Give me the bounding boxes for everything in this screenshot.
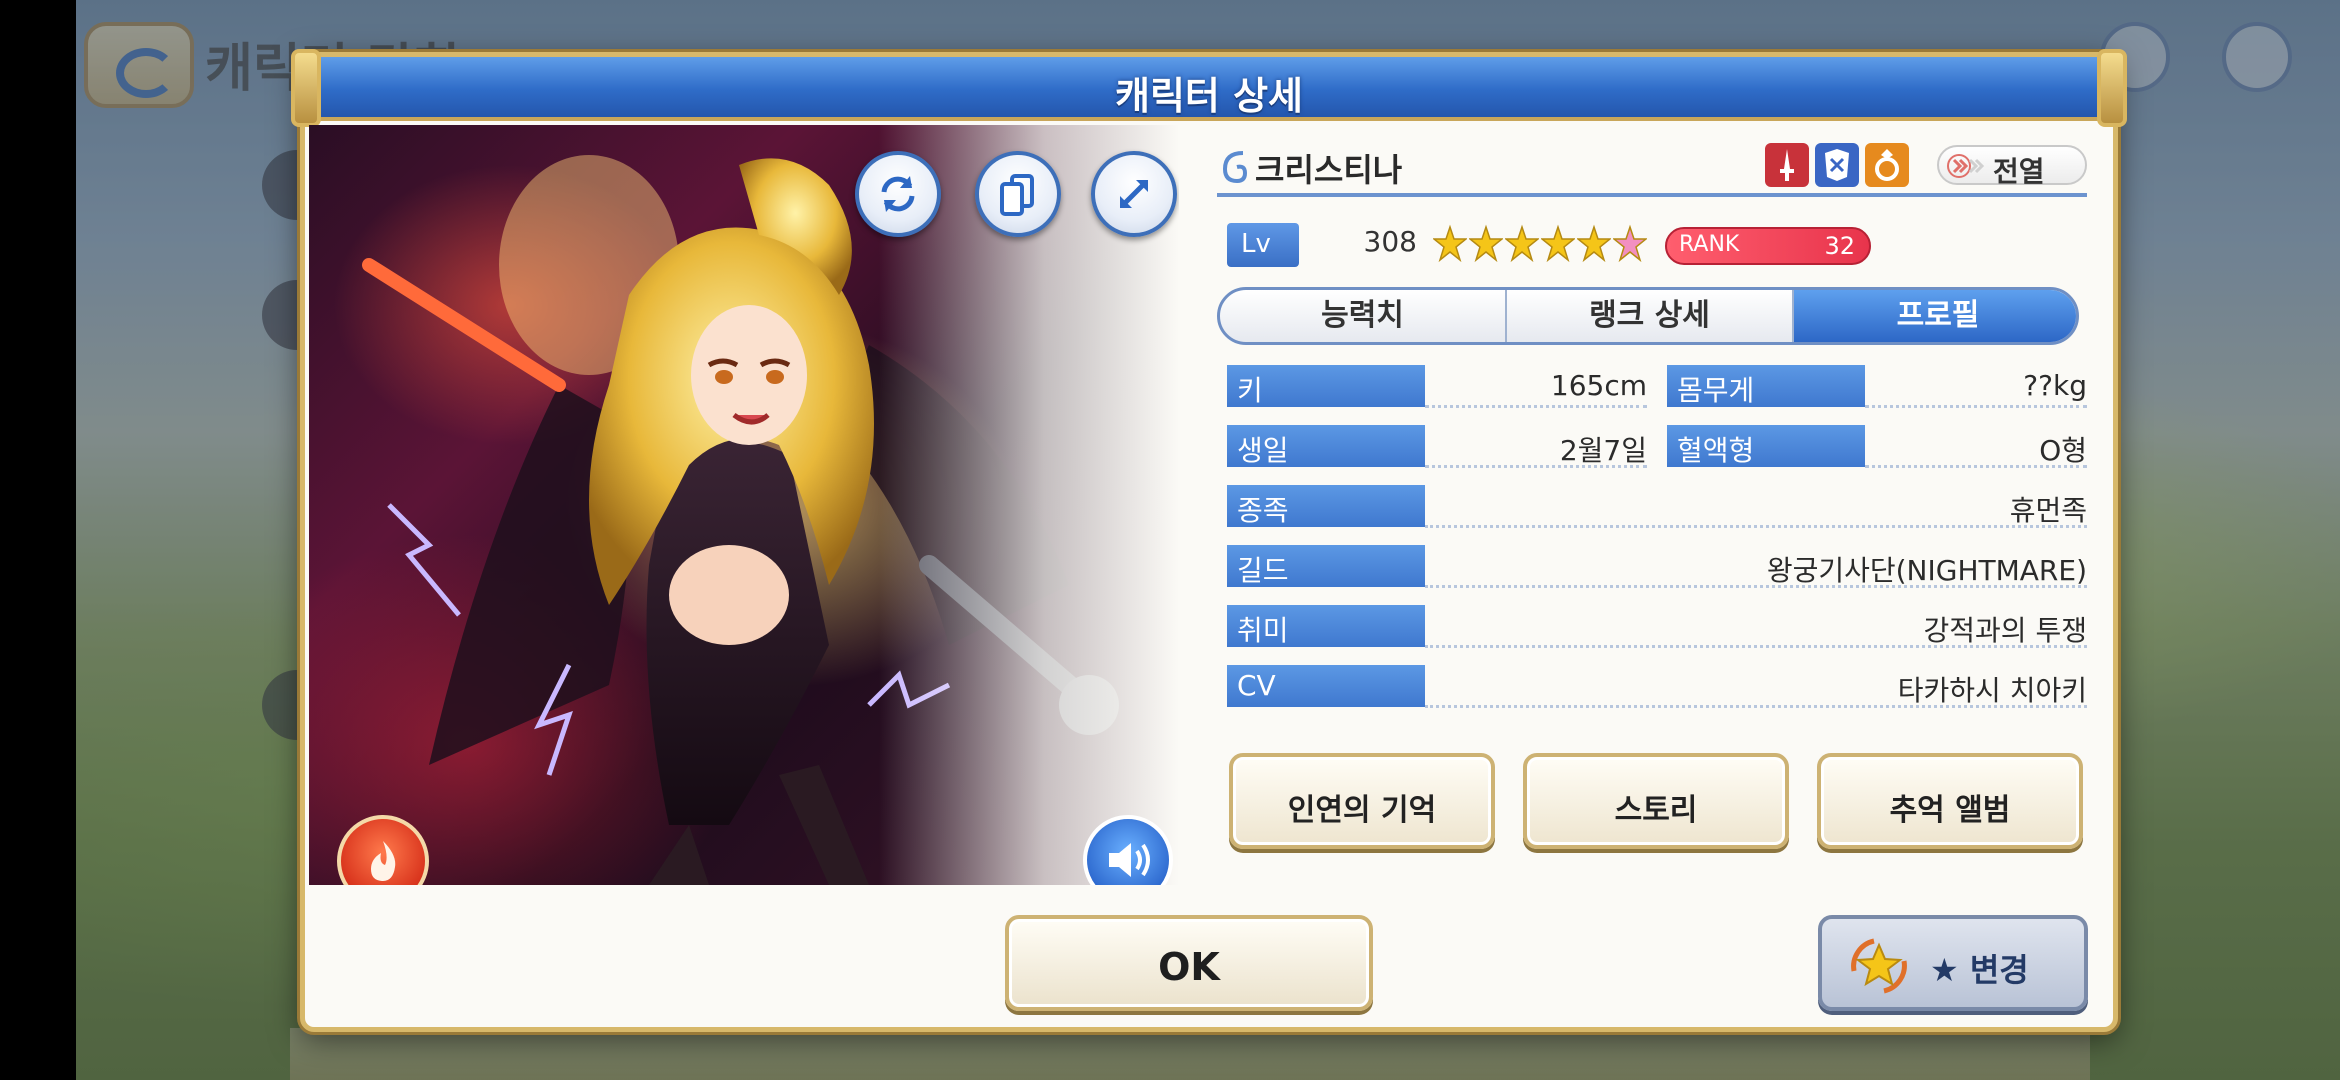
label-box: 키 <box>1227 365 1425 407</box>
ok-button-label: OK <box>1158 945 1220 989</box>
level-badge: Lv <box>1227 223 1299 267</box>
ok-button[interactable]: OK <box>1005 915 1373 1011</box>
level-row: Lv 308 RANK 32 <box>1217 219 2087 271</box>
speaker-icon <box>1109 843 1150 877</box>
profile-row-birthday: 생일 2월7일 <box>1227 425 1647 471</box>
label-box: 취미 <box>1227 605 1425 647</box>
guild-value: 왕궁기사단(NIGHTMARE) <box>1766 554 2087 587</box>
profile-row-blood: 혈액형 O형 <box>1667 425 2087 471</box>
label-box: 길드 <box>1227 545 1425 587</box>
dotted-divider <box>1425 525 2087 528</box>
sword-icon <box>1765 143 1809 187</box>
screen-edge-bar <box>0 0 76 1080</box>
star-filled-icon <box>1467 223 1505 263</box>
birthday-value: 2월7일 <box>1559 434 1647 467</box>
cv-value: 타카하시 치아키 <box>1897 674 2087 707</box>
tab-rank-detail[interactable]: 랭크 상세 <box>1507 290 1794 342</box>
cv-label: CV <box>1237 669 1276 702</box>
tab-profile[interactable]: 프로필 <box>1794 290 2076 342</box>
blood-label: 혈액형 <box>1677 434 1755 467</box>
change-star-button[interactable]: ★ 변경 <box>1818 915 2088 1011</box>
birthday-label: 생일 <box>1237 434 1289 467</box>
star-filled-icon <box>1503 223 1541 263</box>
story-button-label: 스토리 <box>1614 793 1698 828</box>
change-button-label: ★ 변경 <box>1930 951 2029 989</box>
blood-value: O형 <box>2039 434 2087 467</box>
dialog-title: 캐릭터 상세 <box>1114 74 1304 118</box>
refresh-icon <box>881 176 915 212</box>
detail-tabs: 능력치 랭크 상세 프로필 <box>1217 287 2079 345</box>
art-fade-overlay <box>879 125 1179 885</box>
star-filled-icon <box>1575 223 1613 263</box>
header-ornament-right <box>2097 49 2127 127</box>
character-detail-dialog: 캐릭터 상세 크리스티나 전열 Lv 308 RANK 32 능력치 랭크 상세… <box>291 49 2127 1032</box>
profile-row-height: 키 165cm <box>1227 365 1647 411</box>
race-value: 휴먼족 <box>2009 494 2087 527</box>
dotted-divider <box>1425 405 1647 408</box>
hobby-value: 강적과의 투쟁 <box>1923 614 2087 647</box>
hobby-label: 취미 <box>1237 614 1289 647</box>
weight-label: 몸무게 <box>1677 374 1755 407</box>
album-button-label: 추억 앨범 <box>1889 793 2011 828</box>
dotted-divider <box>1865 405 2087 408</box>
story-button[interactable]: 스토리 <box>1523 753 1789 849</box>
star-rating <box>1431 223 1649 267</box>
position-badge: 전열 <box>1937 145 2087 188</box>
album-button[interactable]: 추억 앨범 <box>1817 753 2083 849</box>
profile-row-cv: CV 타카하시 치아키 <box>1227 665 2087 711</box>
card-swap-icon <box>1000 174 1034 216</box>
label-box: 혈액형 <box>1667 425 1865 467</box>
expand-icon <box>1120 180 1148 208</box>
card-swap-button[interactable] <box>975 151 1061 237</box>
profile-row-race: 종족 휴먼족 <box>1227 485 2087 531</box>
weight-value: ??kg <box>2023 369 2087 402</box>
label-box: 종족 <box>1227 485 1425 527</box>
star-filled-icon <box>1539 223 1577 263</box>
fire-element-icon <box>371 841 396 881</box>
height-label: 키 <box>1237 374 1263 407</box>
level-value: 308 <box>1363 225 1417 258</box>
memory-button-label: 인연의 기억 <box>1287 793 1437 828</box>
name-row: 크리스티나 전열 <box>1217 137 2087 197</box>
label-box: 생일 <box>1227 425 1425 467</box>
tab-stats[interactable]: 능력치 <box>1220 290 1507 342</box>
expand-art-button[interactable] <box>1091 151 1177 237</box>
rank-label: RANK <box>1679 232 1740 257</box>
guild-label: 길드 <box>1237 554 1289 587</box>
memory-button[interactable]: 인연의 기억 <box>1229 753 1495 849</box>
race-label: 종족 <box>1237 494 1289 527</box>
star-bonus-icon <box>1611 223 1649 263</box>
star-swap-icon <box>1851 938 1907 994</box>
profile-row-hobby: 취미 강적과의 투쟁 <box>1227 605 2087 651</box>
rank-value: 32 <box>1824 232 1855 260</box>
dialog-header: 캐릭터 상세 <box>305 57 2113 121</box>
profile-row-guild: 길드 왕궁기사단(NIGHTMARE) <box>1227 545 2087 591</box>
chevrons-icon <box>1947 154 1985 178</box>
rank-badge: RANK 32 <box>1665 227 1871 265</box>
character-art <box>309 125 1179 885</box>
profile-row-weight: 몸무게 ??kg <box>1667 365 2087 411</box>
refresh-art-button[interactable] <box>855 151 941 237</box>
height-value: 165cm <box>1550 369 1647 402</box>
armor-icon <box>1815 143 1859 187</box>
label-box: CV <box>1227 665 1425 707</box>
star-filled-icon <box>1431 223 1469 263</box>
name-ornament-icon <box>1222 151 1248 184</box>
ring-icon <box>1865 143 1909 187</box>
level-label: Lv <box>1241 229 1271 259</box>
header-ornament-left <box>291 49 321 127</box>
position-label: 전열 <box>1993 155 2045 188</box>
label-box: 몸무게 <box>1667 365 1865 407</box>
character-name: 크리스티나 <box>1255 151 1403 189</box>
